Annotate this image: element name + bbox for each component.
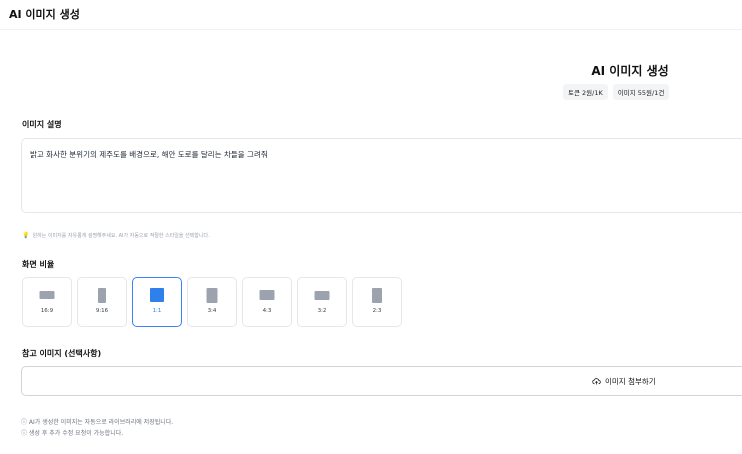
ratio-landscape-icon — [39, 291, 55, 299]
image-price-badge: 이미지 55원/1건 — [612, 84, 670, 100]
ratio-option-1-1[interactable]: 1:1 — [132, 277, 182, 327]
note-autosave: ⓘ AI가 생성한 이미지는 자동으로 라이브러리에 저장됩니다. — [21, 419, 174, 426]
description-textarea[interactable]: 밝고 화사한 분위기의 제주도를 배경으로, 해안 도로를 달리는 차들을 그려… — [21, 138, 742, 213]
ratio-landscape-icon — [314, 291, 330, 300]
description-text: 밝고 화사한 분위기의 제주도를 배경으로, 해안 도로를 달리는 차들을 그려… — [30, 150, 268, 159]
ratio-landscape-icon — [259, 290, 275, 300]
lightbulb-icon: 💡 — [22, 232, 30, 239]
token-price-badge: 토큰 2원/1K — [563, 84, 608, 100]
ratio-label: 4:3 — [262, 308, 272, 314]
ratio-label: 3:4 — [207, 308, 217, 314]
app-title: AI 이미지 생성 — [9, 8, 80, 21]
ratio-option-3-2[interactable]: 3:2 — [297, 277, 347, 327]
top-bar: AI 이미지 생성 — [0, 0, 742, 30]
ratio-option-3-4[interactable]: 3:4 — [187, 277, 237, 327]
info-notes: ⓘ AI가 생성한 이미지는 자동으로 라이브러리에 저장됩니다. ⓘ 생성 후… — [21, 417, 173, 439]
ratio-portrait-icon — [372, 288, 382, 303]
reference-image-label: 참고 이미지 (선택사항) — [22, 349, 102, 358]
ratio-label: 1:1 — [152, 308, 162, 314]
ratio-portrait-icon — [98, 288, 106, 303]
ratio-option-9-16[interactable]: 9:16 — [77, 277, 127, 327]
description-label: 이미지 설명 — [22, 120, 62, 129]
attach-image-button[interactable]: 이미지 첨부하기 — [21, 366, 742, 396]
attach-image-label: 이미지 첨부하기 — [605, 377, 656, 386]
aspect-ratio-label: 화면 비율 — [22, 260, 55, 269]
ratio-label: 3:2 — [317, 308, 327, 314]
ratio-option-4-3[interactable]: 4:3 — [242, 277, 292, 327]
cloud-upload-icon — [592, 378, 601, 385]
ratio-label: 9:16 — [95, 308, 109, 314]
ratio-option-16-9[interactable]: 16:9 — [22, 277, 72, 327]
hint-text: 원하는 이미지를 자유롭게 설명해주세요. AI가 자동으로 적절한 스타일을 … — [32, 233, 210, 239]
description-hint: 💡 원하는 이미지를 자유롭게 설명해주세요. AI가 자동으로 적절한 스타일… — [22, 232, 210, 239]
attach-image-content: 이미지 첨부하기 — [592, 376, 656, 387]
note-edit-request: ⓘ 생성 후 추가 수정 요청이 가능합니다. — [21, 430, 124, 437]
aspect-ratio-options: 16:9 9:16 1:1 3:4 4:3 3:2 2:3 — [22, 277, 402, 327]
ratio-label: 2:3 — [372, 308, 382, 314]
page-title: AI 이미지 생성 — [591, 64, 669, 78]
price-badges: 토큰 2원/1K 이미지 55원/1건 — [563, 84, 670, 100]
ratio-portrait-icon — [206, 288, 218, 303]
ratio-square-icon — [150, 288, 164, 302]
ratio-option-2-3[interactable]: 2:3 — [352, 277, 402, 327]
ratio-label: 16:9 — [40, 308, 54, 314]
